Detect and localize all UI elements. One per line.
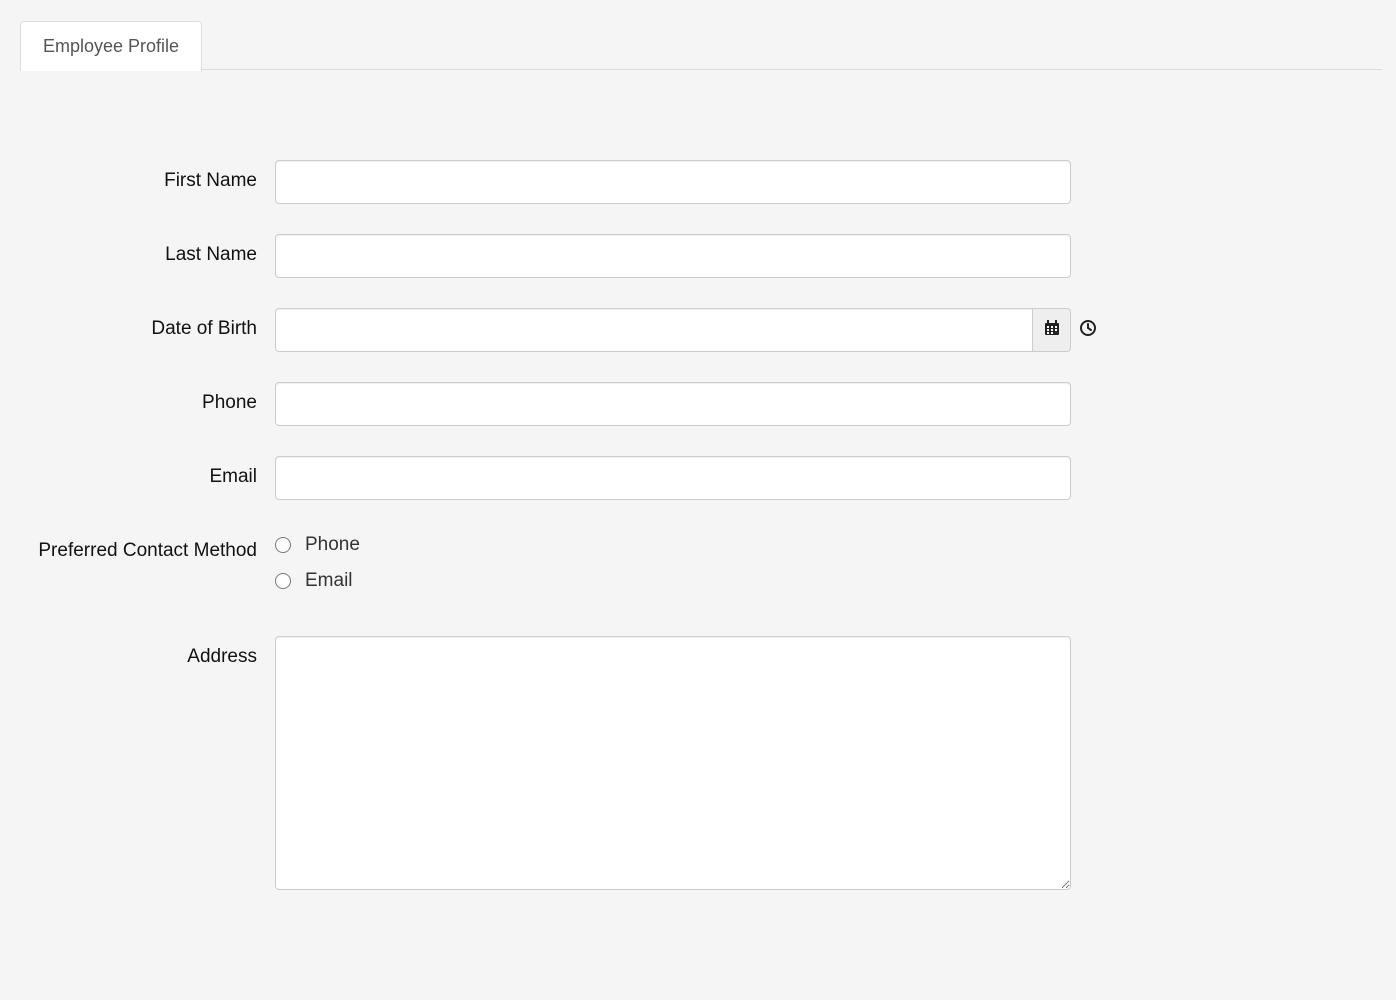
dob-label: Date of Birth	[20, 308, 275, 343]
first-name-input[interactable]	[275, 160, 1071, 204]
form-panel: First Name Last Name Date of Birth	[20, 70, 1382, 895]
address-label: Address	[20, 636, 275, 671]
preferred-contact-email[interactable]: Email	[275, 570, 1071, 592]
tab-employee-profile[interactable]: Employee Profile	[20, 21, 202, 71]
preferred-contact-label: Preferred Contact Method	[20, 530, 275, 565]
radio-label: Phone	[305, 534, 360, 556]
last-name-label: Last Name	[20, 234, 275, 269]
calendar-icon	[1044, 320, 1060, 341]
phone-input[interactable]	[275, 382, 1071, 426]
last-name-input[interactable]	[275, 234, 1071, 278]
time-picker-button[interactable]	[1071, 308, 1105, 352]
dob-input[interactable]	[275, 308, 1033, 352]
email-input[interactable]	[275, 456, 1071, 500]
preferred-contact-email-radio[interactable]	[275, 573, 291, 589]
tab-bar: Employee Profile	[20, 20, 1382, 70]
first-name-label: First Name	[20, 160, 275, 195]
tab-label: Employee Profile	[43, 36, 179, 56]
preferred-contact-phone[interactable]: Phone	[275, 534, 1071, 556]
radio-label: Email	[305, 570, 353, 592]
phone-label: Phone	[20, 382, 275, 417]
calendar-picker-button[interactable]	[1033, 308, 1071, 352]
email-label: Email	[20, 456, 275, 491]
dob-input-group	[275, 308, 1105, 352]
preferred-contact-phone-radio[interactable]	[275, 537, 291, 553]
address-textarea[interactable]	[275, 636, 1071, 890]
clock-icon	[1080, 320, 1096, 341]
